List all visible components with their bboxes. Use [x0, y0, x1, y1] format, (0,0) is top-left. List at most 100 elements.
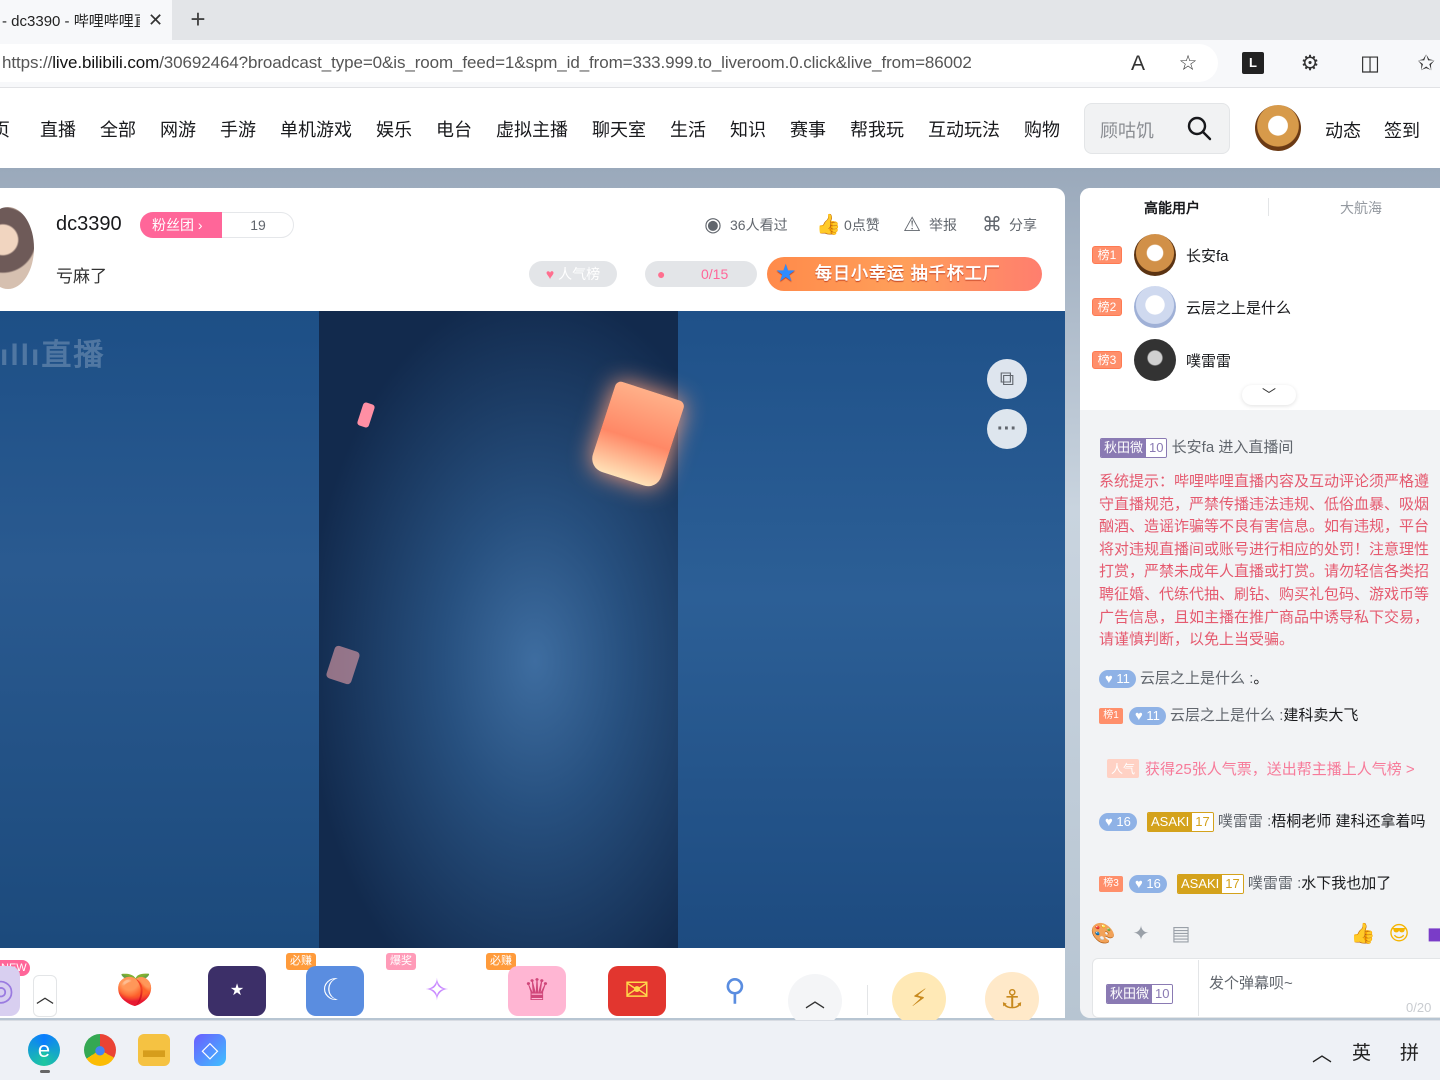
new-tab-icon[interactable]: + [184, 4, 212, 34]
chevron-up-icon[interactable]: ︿ [33, 975, 57, 1017]
palette-icon[interactable]: 🎨 [1090, 921, 1116, 947]
gift-box-icon[interactable]: ☾ [306, 966, 364, 1016]
popularity-rank-button[interactable]: ♥ 人气榜 [529, 261, 617, 287]
chrome-icon[interactable]: ● [84, 1034, 116, 1066]
start-icon[interactable]: ▪ [0, 1034, 6, 1066]
chat-message[interactable]: 榜3 ♥ 16 ASAKI 17 噗雷雷 :水下我也加了 [1099, 872, 1439, 895]
popularity-promo[interactable]: 人气 获得25张人气票，送出帮主播上人气榜 > [1107, 758, 1415, 779]
nav-item[interactable]: 娱乐 [376, 116, 412, 142]
copilot-icon[interactable]: ◇ [194, 1034, 226, 1066]
tray-overflow-icon[interactable]: ︿ [1312, 1038, 1332, 1067]
anchor-icon[interactable]: ⚓ [985, 972, 1039, 1026]
nav-item[interactable]: 生活 [670, 116, 706, 142]
like-button[interactable]: 👍 0点赞 [816, 214, 880, 236]
chat-user[interactable]: 噗雷雷 [1248, 875, 1293, 892]
share-button[interactable]: ⌘ 分享 [981, 214, 1037, 236]
chat-user[interactable]: 云层之上是什么 [1140, 670, 1245, 687]
close-tab-icon[interactable]: ✕ [148, 10, 163, 31]
chat-message[interactable]: ♥ 16 ASAKI 17 噗雷雷 :梧桐老师 建科还拿着吗 [1099, 810, 1439, 833]
input-fan-medal[interactable]: 秋田微 10 [1106, 984, 1174, 1004]
ime-mode[interactable]: 拼 [1400, 1038, 1419, 1065]
danmaku-input[interactable]: 发个弹幕呗~ [1209, 972, 1293, 993]
chat-message[interactable]: 榜1 ♥ 11 云层之上是什么 :建科卖大飞 [1099, 704, 1439, 727]
gift-fanclub-icon[interactable]: ★ [208, 966, 266, 1016]
gift-rocket-icon[interactable]: ⚲ [706, 966, 764, 1016]
gift-peach-icon[interactable]: 🍑 [106, 966, 164, 1016]
fan-medal[interactable]: ASAKI 17 [1176, 874, 1244, 895]
browser-tab[interactable]: - dc3390 - 哔哩哔哩直播 ✕ [0, 0, 172, 40]
nav-item[interactable]: 手游 [220, 116, 256, 142]
sparkle-icon[interactable]: ✦ [1128, 921, 1154, 947]
rank-avatar[interactable] [1134, 339, 1176, 381]
fan-club-text: 粉丝团 [152, 217, 194, 233]
lucky-draw-banner[interactable]: ★ 每日小幸运 抽千杯工厂 [767, 257, 1042, 291]
chevron-down-icon[interactable]: ﹀ [1242, 385, 1296, 405]
fan-medal[interactable]: ASAKI 17 [1146, 812, 1214, 833]
streamer-name[interactable]: dc3390 [56, 213, 122, 236]
edge-browser-icon[interactable]: e [28, 1034, 60, 1066]
message-settings-icon[interactable]: ▤ [1168, 921, 1194, 947]
read-aloud-icon[interactable]: A [1124, 50, 1152, 78]
nav-item[interactable]: 电台 [436, 116, 472, 142]
qiandao-link[interactable]: 签到 [1384, 117, 1420, 143]
pip-add-icon[interactable]: ⧉ [987, 359, 1027, 399]
chat-user[interactable]: 云层之上是什么 [1170, 707, 1275, 724]
rank-name[interactable]: 长安fa [1186, 245, 1229, 266]
nav-item[interactable]: 购物 [1024, 116, 1060, 142]
extension-l-icon[interactable]: L [1242, 52, 1264, 74]
fan-club-label[interactable]: 粉丝团 › [140, 212, 222, 238]
nav-item[interactable]: 帮我玩 [850, 116, 904, 142]
rank-tag: 榜1 [1099, 708, 1123, 725]
emote-panel-icon[interactable]: ◼ [1422, 921, 1440, 947]
gift-orb-icon[interactable]: ◎ [0, 966, 20, 1016]
nav-item[interactable]: 赛事 [790, 116, 826, 142]
url-text[interactable]: https://live.bilibili.com/30692464?broad… [2, 53, 972, 73]
extensions-puzzle-icon[interactable]: ⚙ [1296, 50, 1324, 78]
rank-avatar[interactable] [1134, 286, 1176, 328]
chat-user[interactable]: 噗雷雷 [1218, 813, 1263, 830]
input-divider [1198, 960, 1199, 1016]
file-explorer-icon[interactable]: ▬ [138, 1034, 170, 1066]
nav-item[interactable]: 网游 [160, 116, 196, 142]
report-button[interactable]: ⚠ 举报 [901, 214, 957, 236]
nav-item[interactable]: 直播 [40, 116, 76, 142]
rank-name[interactable]: 噗雷雷 [1186, 350, 1231, 371]
split-screen-icon[interactable]: ◫ [1356, 50, 1384, 78]
gift-progress-pill[interactable]: ● 0/15 [645, 261, 757, 287]
nav-item[interactable]: 互动玩法 [928, 116, 1000, 142]
rank-row[interactable]: 榜3 噗雷雷 [1092, 338, 1440, 382]
rank-name[interactable]: 云层之上是什么 [1186, 297, 1291, 318]
favorite-star-icon[interactable]: ☆ [1174, 50, 1202, 78]
more-options-icon[interactable]: ··· [987, 409, 1027, 449]
search-input[interactable]: 顾咕饥 [1100, 117, 1154, 143]
rank-tag: 榜2 [1092, 298, 1122, 316]
input-language[interactable]: 英 [1352, 1038, 1371, 1065]
rank-tag: 榜3 [1092, 351, 1122, 369]
nav-item[interactable]: 单机游戏 [280, 116, 352, 142]
watched-count: ◉ 36人看过 [702, 214, 787, 236]
rank-row[interactable]: 榜1 长安fa [1092, 233, 1440, 277]
user-avatar[interactable] [1255, 105, 1301, 151]
gift-wand-icon[interactable]: ✧ [408, 966, 466, 1016]
system-notice: 系统提示：哔哩哔哩直播内容及互动评论须严格遵守直播规范，严禁传播违法违规、低俗血… [1099, 473, 1430, 649]
thumbs-up-emote-icon[interactable]: 👍 [1350, 921, 1376, 947]
nav-item[interactable]: 页 [0, 116, 10, 142]
nav-item[interactable]: 全部 [100, 116, 136, 142]
nav-item[interactable]: 聊天室 [592, 116, 646, 142]
favorites-bar-icon[interactable]: ✩ [1412, 50, 1440, 78]
gift-tower-icon[interactable]: ♛ [508, 966, 566, 1016]
gift-redpacket-icon[interactable]: ✉ [608, 966, 666, 1016]
report-text: 举报 [929, 217, 957, 233]
sunglasses-emote-icon[interactable]: 😎 [1386, 921, 1412, 947]
search-icon[interactable] [1186, 115, 1212, 141]
rank-row[interactable]: 榜2 云层之上是什么 [1092, 285, 1440, 329]
nav-item[interactable]: 知识 [730, 116, 766, 142]
tab-dahanghai[interactable]: 大航海 [1340, 198, 1382, 218]
battery-icon[interactable]: ⚡ [892, 972, 946, 1026]
tab-high-energy[interactable]: 高能用户 [1144, 198, 1200, 218]
rank-avatar[interactable] [1134, 234, 1176, 276]
chat-message[interactable]: ♥ 11 云层之上是什么 :。 [1099, 667, 1439, 690]
nav-item[interactable]: 虚拟主播 [496, 116, 568, 142]
fan-medal[interactable]: 秋田微 10 [1100, 438, 1168, 459]
dongtai-link[interactable]: 动态 [1325, 117, 1361, 143]
